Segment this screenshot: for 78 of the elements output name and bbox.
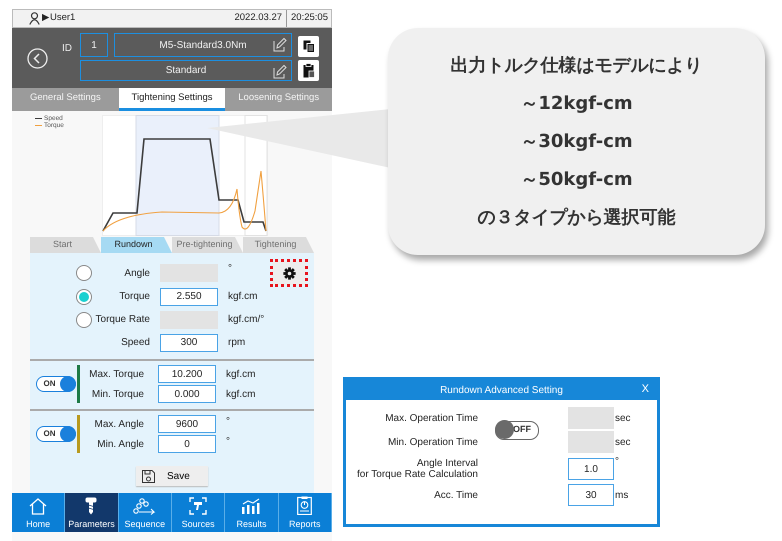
date-text: 2022.03.27 [234, 11, 284, 26]
report-icon [297, 496, 312, 514]
callout-text: 出力トルク仕様はモデルにより [450, 54, 702, 78]
field-label: Min. Operation Time [386, 436, 478, 448]
field-label: Angle [123, 266, 150, 280]
input-field[interactable]: 10.200 [158, 365, 216, 383]
input-field[interactable]: 9600 [158, 415, 216, 433]
field-label: Max. Torque [88, 368, 144, 382]
unit-label: kgf.cm/° [228, 313, 264, 327]
paste-button[interactable] [298, 60, 319, 81]
nodes-icon [132, 498, 157, 514]
field-label: Angle Interval for Torque Rate Calculation [356, 458, 478, 480]
nav-item[interactable]: Reports [278, 493, 332, 532]
nav-item[interactable]: Results [225, 493, 279, 532]
input-field[interactable]: 0 [158, 435, 216, 453]
input-field[interactable]: 2.550 [160, 288, 218, 306]
unit-label: ms [614, 488, 630, 502]
toggle-switch[interactable]: ON [36, 376, 76, 392]
back-icon[interactable] [26, 48, 48, 68]
time-text: 20:25:05 [286, 10, 331, 27]
clipboard-icon [302, 63, 314, 78]
radio-button[interactable] [76, 288, 92, 304]
unit-label: ° [614, 455, 620, 469]
home-icon [29, 498, 48, 514]
scanner-icon [189, 496, 208, 514]
step-tab[interactable]: Rundown [101, 237, 172, 253]
callout-text: ～12kgf-cm [520, 92, 633, 116]
bar-chart-icon [241, 498, 262, 514]
input-field[interactable]: 0.000 [158, 385, 216, 403]
close-button[interactable]: X [640, 381, 651, 398]
field-label: Acc. Time [433, 490, 478, 500]
nav-item[interactable]: Sources [172, 493, 226, 532]
field-label: Max. Angle [94, 418, 144, 432]
user-name: ▶User1 [42, 11, 76, 26]
save-button[interactable]: Save [136, 466, 208, 486]
id-label: ID [62, 42, 73, 56]
copy-button[interactable] [298, 36, 319, 57]
callout-text: の３タイプから選択可能 [478, 206, 676, 230]
toggle-switch[interactable]: OFF [495, 420, 539, 440]
copy-icon [302, 40, 314, 53]
nav-item[interactable]: Parameters [65, 493, 119, 532]
step-tab[interactable]: Tightening [243, 237, 314, 253]
edit-icon[interactable] [273, 37, 287, 52]
save-icon [142, 470, 155, 482]
unit-label: ° [228, 262, 232, 276]
user-icon [29, 12, 40, 25]
field-label: Speed [120, 336, 150, 350]
settings-tab[interactable]: Tightening Settings [118, 88, 226, 111]
step-tab[interactable]: Start [30, 237, 101, 253]
unit-label: ° [226, 415, 230, 429]
callout-text: ～30kgf-cm [520, 130, 633, 154]
field-label: Torque [118, 290, 150, 304]
dialog-title: Rundown Advanced Setting [440, 384, 563, 398]
unit-label: rpm [228, 336, 246, 350]
unit-label: kgf.cm [226, 388, 256, 402]
settings-icon [282, 266, 296, 280]
input-field[interactable]: 30 [568, 484, 614, 506]
field-label: Min. Torque [90, 388, 144, 402]
unit-label: ° [226, 435, 230, 449]
program-type-field[interactable]: Standard [80, 60, 292, 81]
screw-icon [85, 496, 98, 514]
edit-icon[interactable] [273, 64, 287, 79]
unit-label: kgf.cm [228, 290, 258, 304]
unit-label: kgf.cm [226, 368, 256, 382]
nav-item[interactable]: Sequence [118, 493, 172, 532]
input-field[interactable]: 1.0 [568, 458, 614, 480]
step-tab[interactable]: Pre-tightening [172, 237, 243, 253]
unit-label: sec [614, 412, 632, 426]
id-field[interactable]: 1 [80, 33, 108, 57]
settings-button[interactable] [272, 261, 306, 285]
callout-text: ～50kgf-cm [520, 168, 633, 192]
field-label: Torque Rate [94, 313, 150, 327]
program-name-field[interactable]: M5-Standard3.0Nm [114, 33, 292, 57]
field-label: Min. Angle [96, 438, 144, 452]
toggle-switch[interactable]: ON [36, 426, 76, 442]
input-field[interactable]: 300 [160, 334, 218, 352]
field-label: Max. Operation Time [384, 412, 478, 424]
unit-label: sec [614, 436, 632, 450]
